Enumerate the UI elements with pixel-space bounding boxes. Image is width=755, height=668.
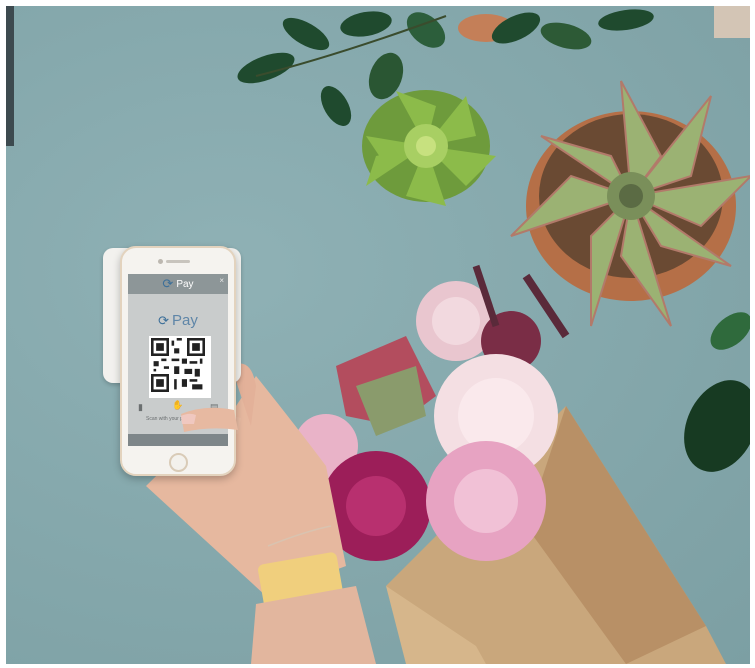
camera-icon	[158, 259, 163, 264]
header-title: Pay	[176, 278, 194, 290]
pay-logo-icon: ⟳	[162, 276, 174, 291]
wallet-icon: ▮	[138, 402, 143, 412]
home-button[interactable]	[169, 453, 188, 472]
close-icon[interactable]: ×	[219, 276, 224, 285]
right-leaf	[710, 312, 750, 350]
hand-phone-icon: ✋	[172, 400, 184, 410]
receipt-icon: ▤	[210, 402, 219, 412]
smartphone: ⟳ Pay × ⟳ Pay ▮ ✋ ▤ Scan with your phone	[120, 246, 236, 476]
pot-corner	[714, 6, 750, 38]
phone-screen: ⟳ Pay × ⟳ Pay ▮ ✋ ▤ Scan with your phone	[128, 274, 228, 446]
right-leaf-big	[684, 380, 750, 472]
pay-logo: ⟳ Pay	[128, 312, 228, 329]
pay-logo-text: Pay	[172, 312, 198, 329]
qr-code-icon	[151, 338, 205, 392]
large-succulent	[510, 80, 750, 327]
screen-header: ⟳ Pay	[128, 274, 228, 294]
qr-code[interactable]	[149, 336, 211, 398]
small-succulent	[362, 90, 496, 206]
screen-bottom-bar	[128, 434, 228, 446]
pay-brand-icon: ⟳	[158, 312, 170, 328]
photo-scene: ⟳ Pay × ⟳ Pay ▮ ✋ ▤ Scan with your phone	[6, 6, 750, 664]
speaker-grille	[166, 260, 190, 263]
scan-instruction: Scan with your phone	[146, 416, 195, 422]
